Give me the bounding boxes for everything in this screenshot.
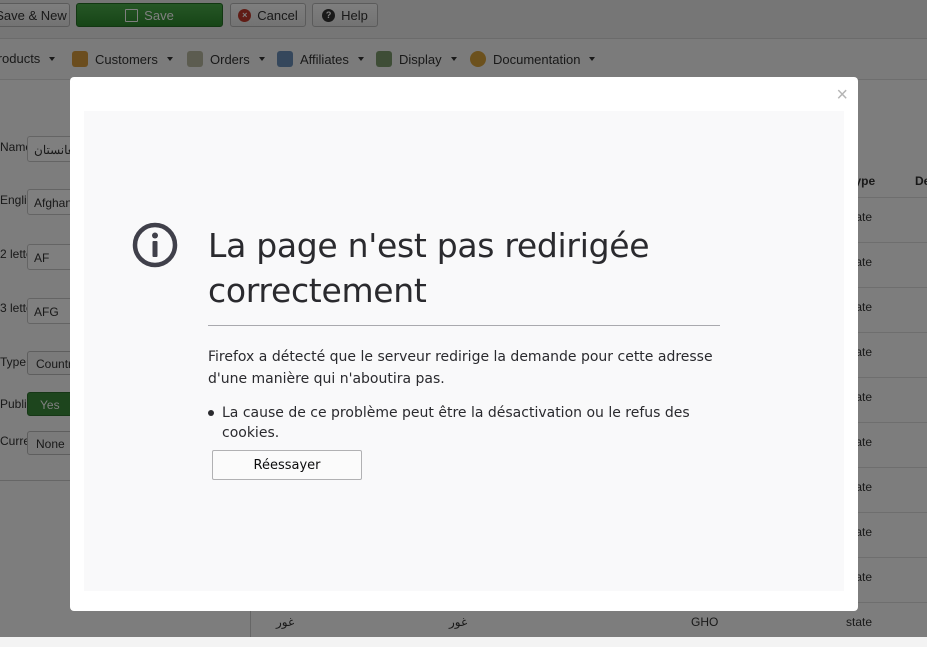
- retry-button[interactable]: Réessayer: [212, 450, 362, 480]
- info-icon: [132, 222, 178, 268]
- error-hint: La cause de ce problème peut être la dés…: [208, 403, 748, 443]
- error-description: Firefox a détecté que le serveur redirig…: [208, 349, 713, 387]
- bullet-icon: [208, 410, 214, 416]
- modal-dialog: × La page n'est pas redirigée correcteme…: [70, 77, 858, 611]
- error-page: La page n'est pas redirigée correctement…: [84, 111, 844, 591]
- title-divider: [208, 325, 720, 326]
- error-hint-text: La cause de ce problème peut être la dés…: [222, 405, 690, 441]
- error-title: La page n'est pas redirigée correctement: [208, 226, 650, 310]
- close-icon[interactable]: ×: [836, 83, 848, 107]
